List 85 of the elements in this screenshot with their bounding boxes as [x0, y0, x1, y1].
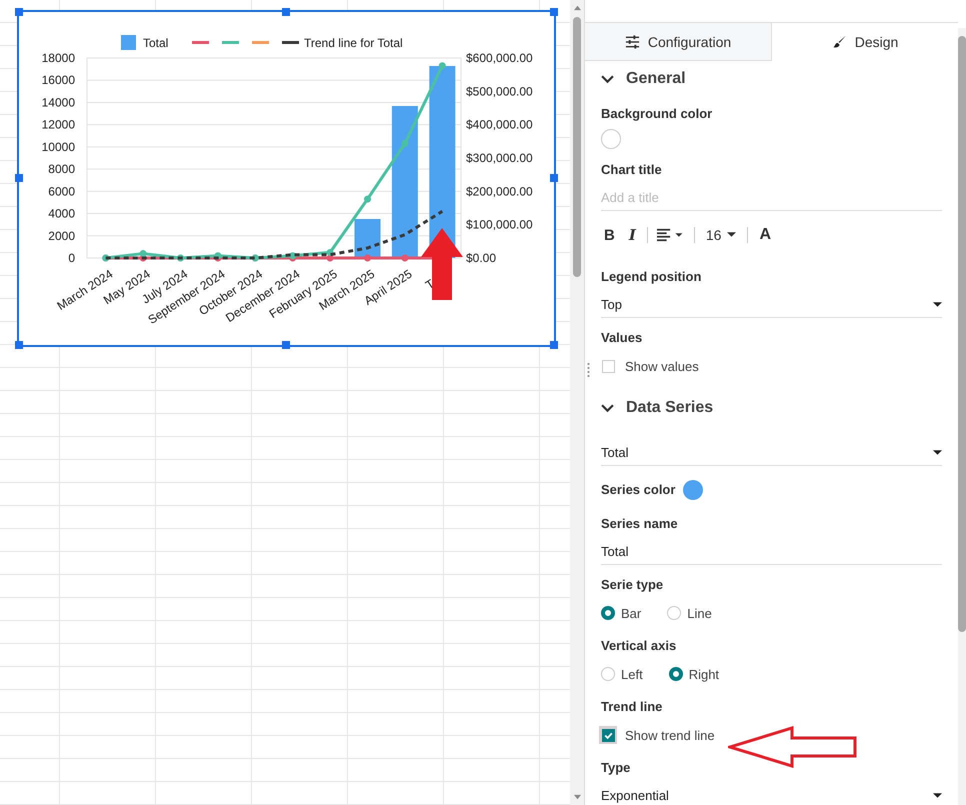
chevron-icon[interactable]	[601, 74, 614, 84]
point	[140, 250, 147, 258]
field-label: Chart title	[601, 161, 663, 179]
legend-label: Total	[143, 36, 168, 50]
y-axis-label: $200,000.00	[466, 184, 533, 198]
caret-icon	[727, 232, 736, 238]
field-label: Background color	[601, 105, 714, 123]
bold-button[interactable]: B	[601, 226, 618, 244]
font-size-dropdown[interactable]: 16	[702, 227, 740, 243]
caret-icon	[933, 792, 942, 798]
y-axis-label: 6000	[48, 184, 75, 198]
legend-swatch	[192, 41, 209, 44]
panel-tab[interactable]: Configuration	[585, 23, 772, 61]
y-axis-label: $600,000.00	[466, 51, 533, 65]
legend-swatch	[282, 41, 299, 44]
y-axis-label: 2000	[48, 228, 75, 243]
y-axis-label: $300,000.00	[466, 151, 533, 165]
y-axis-label: 14000	[42, 95, 75, 110]
radio-label[interactable]: Bar	[621, 606, 642, 620]
y-axis-label: 16000	[42, 73, 75, 88]
brush-icon	[832, 34, 847, 48]
chevron-icon[interactable]	[601, 404, 614, 412]
scrollbar[interactable]	[570, 0, 584, 805]
field-label: Trend line	[601, 698, 664, 716]
bar	[354, 219, 380, 258]
select-dropdown[interactable]: Exponential	[601, 783, 942, 805]
field-label: Vertical axis	[601, 637, 678, 655]
resize-handle[interactable]	[15, 8, 23, 16]
y-axis-label: $100,000.00	[466, 218, 533, 232]
point	[401, 140, 408, 148]
select-dropdown[interactable]: Total	[601, 440, 942, 466]
scroll-down-icon[interactable]	[572, 794, 582, 801]
y-axis-label: 8000	[48, 162, 75, 176]
caret-icon	[933, 302, 942, 308]
y-axis-label: $400,000.00	[466, 118, 533, 132]
resize-handle[interactable]	[282, 8, 290, 16]
scrollbar-thumb[interactable]	[573, 17, 581, 277]
resize-handle[interactable]	[282, 341, 290, 349]
point	[401, 254, 408, 262]
sliders-icon	[624, 34, 640, 48]
field-label: Type	[601, 759, 632, 777]
y-axis-label: $500,000.00	[466, 84, 533, 98]
y-axis-label: 4000	[48, 206, 75, 221]
italic-button[interactable]: I	[626, 226, 639, 244]
point	[438, 62, 446, 70]
drag-handle-icon[interactable]	[587, 362, 590, 378]
color-picker[interactable]	[601, 129, 621, 149]
radio-button[interactable]	[601, 606, 615, 620]
point	[364, 254, 371, 262]
y-axis-label: 10000	[42, 140, 75, 154]
radio-label[interactable]: Line	[687, 606, 712, 620]
checkbox[interactable]	[602, 728, 614, 742]
radio-label[interactable]: Right	[688, 666, 720, 682]
field-label: Legend position	[601, 268, 702, 286]
resize-handle[interactable]	[550, 341, 558, 349]
resize-handle[interactable]	[15, 341, 23, 349]
checkbox-label[interactable]: Show values	[625, 358, 699, 374]
resize-handle[interactable]	[550, 8, 558, 16]
field-label: Values	[601, 329, 644, 347]
section-title: Data Series	[626, 399, 714, 417]
field-label: Serie type	[601, 576, 664, 594]
resize-handle[interactable]	[15, 174, 23, 182]
checkbox-label[interactable]: Show trend line	[625, 728, 715, 742]
field-label: Series color	[601, 481, 676, 499]
legend-swatch	[222, 41, 239, 44]
font-color-button[interactable]: A	[756, 226, 774, 244]
y-axis-label: $0.00	[466, 251, 496, 265]
legend-swatch	[252, 41, 269, 44]
radio-button[interactable]	[668, 667, 683, 681]
y-axis-label: 12000	[42, 118, 75, 132]
scrollbar-thumb[interactable]	[958, 36, 966, 632]
y-axis-label: 0	[68, 251, 75, 265]
field-label: Series name	[601, 515, 679, 533]
legend-label: Trend line for Total	[304, 36, 403, 50]
caret-icon	[933, 450, 942, 456]
chart-frame[interactable]	[17, 10, 556, 347]
radio-label[interactable]: Left	[621, 666, 643, 682]
color-picker[interactable]	[683, 480, 704, 500]
section-title: General	[626, 70, 686, 88]
select-dropdown[interactable]: Top	[601, 292, 942, 318]
y-axis-label: 18000	[42, 51, 75, 65]
scroll-up-icon[interactable]	[572, 4, 582, 11]
resize-handle[interactable]	[550, 174, 558, 182]
legend-swatch	[121, 35, 136, 50]
point	[364, 196, 371, 203]
